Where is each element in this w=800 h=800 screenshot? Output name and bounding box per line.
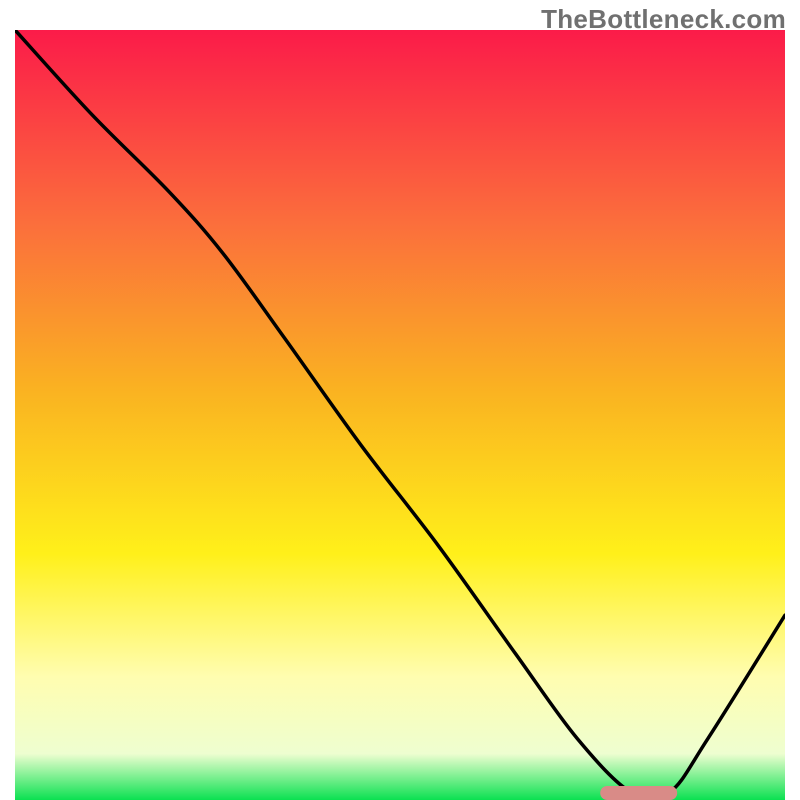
bottleneck-chart (15, 30, 785, 800)
gradient-background (15, 30, 785, 800)
optimal-zone-marker (600, 786, 677, 800)
plot-area (15, 30, 785, 800)
watermark-text: TheBottleneck.com (541, 4, 786, 35)
chart-stage: TheBottleneck.com (0, 0, 800, 800)
